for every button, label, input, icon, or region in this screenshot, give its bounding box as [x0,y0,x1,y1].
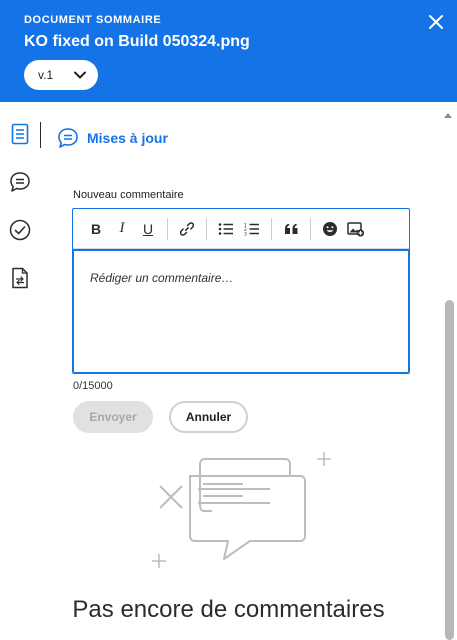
cancel-button[interactable]: Annuler [169,401,248,433]
underline-button[interactable]: U [135,216,161,242]
toolbar-divider [206,217,207,240]
bullet-list-button[interactable] [213,216,239,242]
toolbar-divider [271,217,272,240]
new-comment-label: Nouveau commentaire [73,189,184,201]
quote-icon [284,223,297,234]
image-icon [347,221,365,237]
send-button[interactable]: Envoyer [73,401,153,433]
empty-comments-illustration [152,452,331,568]
numbered-list-button[interactable]: 1 2 3 [239,216,265,242]
rail-compare-button[interactable] [8,266,32,290]
file-compare-icon [12,267,28,289]
bold-button[interactable]: B [83,216,109,242]
numbered-list-icon: 1 2 3 [244,222,259,236]
italic-button[interactable]: I [109,216,135,242]
document-title: KO fixed on Build 050324.png [24,33,250,50]
link-icon [179,221,195,236]
side-rail [0,102,42,640]
insert-image-button[interactable] [343,216,369,242]
empty-state-text: Pas encore de commentaires [72,596,385,623]
tab-label: Mises à jour [87,130,168,146]
version-value: v.1 [38,68,54,82]
close-button[interactable] [424,10,448,34]
panel-eyebrow: DOCUMENT SOMMAIRE [24,14,162,26]
scrollbar-thumb[interactable] [445,300,454,640]
comment-editor: B I U 1 2 3 Rédiger un commentaire… [72,208,410,374]
quote-button[interactable] [278,216,304,242]
comment-textarea[interactable]: Rédiger un commentaire… [73,249,409,373]
emoji-button[interactable] [317,216,343,242]
rail-approval-button[interactable] [8,218,32,242]
emoji-icon [323,221,337,236]
rail-divider [40,122,41,148]
document-icon [11,123,29,145]
panel-header: DOCUMENT SOMMAIRE KO fixed on Build 0503… [0,0,457,102]
rail-comments-button[interactable] [8,170,32,194]
chevron-down-icon [74,71,86,79]
svg-text:3: 3 [244,231,247,236]
toolbar-divider [167,217,168,240]
scroll-up-arrow[interactable] [443,111,453,121]
comment-icon [58,128,78,148]
version-select[interactable]: v.1 [24,60,98,90]
toolbar-divider [310,217,311,240]
close-icon [429,15,443,29]
bullet-list-icon [218,222,233,235]
editor-toolbar: B I U 1 2 3 [73,209,409,249]
rail-document-button[interactable] [8,122,32,146]
comment-icon [10,172,30,192]
checkmark-circle-icon [9,219,31,241]
character-counter: 0/15000 [73,380,113,392]
tab-updates[interactable]: Mises à jour [57,124,168,152]
link-button[interactable] [174,216,200,242]
